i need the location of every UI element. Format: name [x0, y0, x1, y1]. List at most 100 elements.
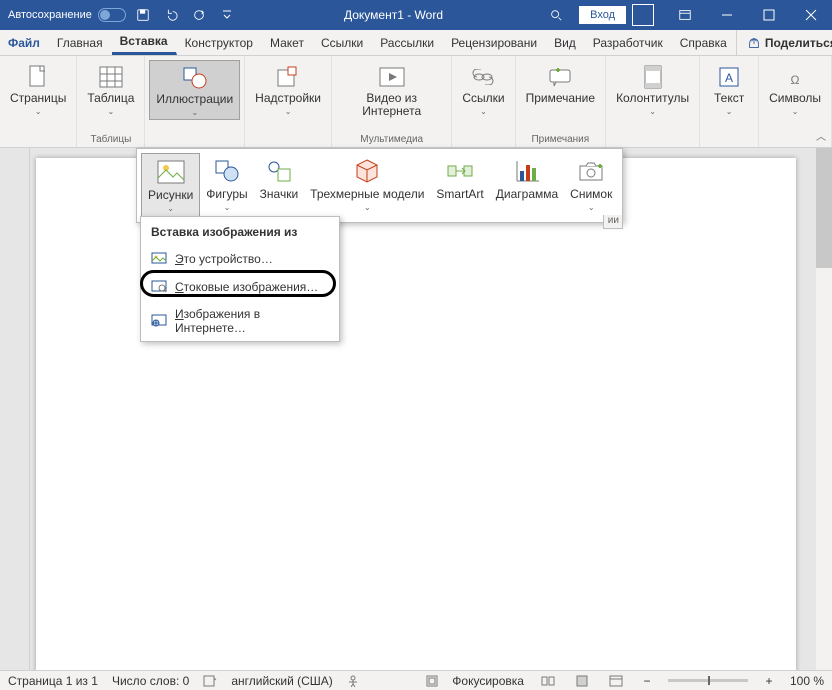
symbol-icon: Ω — [782, 64, 808, 90]
tab-help[interactable]: Справка — [672, 30, 736, 55]
from-this-device-item[interactable]: Это устройство… — [141, 245, 339, 273]
online-pictures-item[interactable]: Изображения в Интернете… — [141, 301, 339, 341]
accessibility-icon[interactable] — [347, 675, 359, 687]
document-title: Документ1 - Word — [344, 8, 443, 22]
vertical-ruler — [18, 148, 30, 670]
illustrations-gallery: Рисунки ⌄ Фигуры ⌄ Значки Трехмерные мод… — [136, 148, 623, 223]
ribbon: Страницы ⌄ Таблица ⌄ Таблицы Иллюстрации… — [0, 56, 832, 148]
addins-icon — [275, 64, 301, 90]
zoom-level[interactable]: 100 % — [790, 674, 824, 688]
table-icon — [98, 64, 124, 90]
chart-button[interactable]: Диаграмма — [490, 153, 564, 218]
save-icon[interactable] — [132, 4, 154, 26]
scrollbar-thumb[interactable] — [816, 148, 832, 268]
stock-images-item[interactable]: Стоковые изображения… — [141, 273, 339, 301]
comment-button[interactable]: Примечание — [520, 60, 601, 107]
search-icon[interactable] — [549, 8, 579, 22]
link-icon — [470, 64, 496, 90]
textbox-icon: A — [716, 64, 742, 90]
share-button[interactable]: Поделиться — [736, 30, 832, 55]
shapes-icon — [182, 65, 208, 91]
chevron-down-icon: ⌄ — [108, 107, 115, 116]
icons-icon — [265, 157, 293, 185]
sign-in-button[interactable]: Вход — [579, 6, 626, 24]
table-button[interactable]: Таблица ⌄ — [81, 60, 140, 118]
chevron-down-icon: ⌄ — [649, 107, 656, 116]
links-button[interactable]: Ссылки ⌄ — [456, 60, 510, 118]
video-icon — [379, 64, 405, 90]
submenu-header: Вставка изображения из — [141, 217, 339, 245]
language-status[interactable]: английский (США) — [231, 674, 332, 688]
focus-mode-icon[interactable] — [426, 675, 438, 687]
tab-developer[interactable]: Разработчик — [585, 30, 672, 55]
tab-references[interactable]: Ссылки — [313, 30, 372, 55]
web-layout-icon[interactable] — [606, 673, 626, 689]
group-comments-caption: Примечания — [531, 132, 589, 145]
chevron-down-icon: ⌄ — [285, 107, 292, 116]
chevron-down-icon: ⌄ — [191, 108, 198, 117]
zoom-slider[interactable] — [668, 679, 748, 682]
account-icon[interactable] — [632, 4, 654, 26]
tab-file[interactable]: Файл — [0, 30, 49, 55]
status-bar: Страница 1 из 1 Число слов: 0 английский… — [0, 670, 832, 690]
print-layout-icon[interactable] — [572, 673, 592, 689]
cube-icon — [353, 157, 381, 185]
tab-home[interactable]: Главная — [49, 30, 112, 55]
close-button[interactable] — [790, 0, 832, 30]
globe-icon — [151, 313, 167, 329]
spellcheck-icon[interactable] — [203, 675, 217, 687]
stock-images-icon — [151, 279, 167, 295]
maximize-button[interactable] — [748, 0, 790, 30]
chevron-down-icon: ⌄ — [792, 107, 799, 116]
online-video-button[interactable]: Видео из Интернета — [336, 60, 447, 120]
smartart-button[interactable]: SmartArt — [430, 153, 489, 218]
screenshot-button[interactable]: Снимок ⌄ — [564, 153, 618, 218]
group-media-caption: Мультимедиа — [360, 132, 423, 145]
title-bar: Автосохранение Документ1 - Word Вход — [0, 0, 832, 30]
header-footer-button[interactable]: Колонтитулы ⌄ — [610, 60, 695, 118]
read-mode-icon[interactable] — [538, 673, 558, 689]
shapes-button[interactable]: Фигуры ⌄ — [200, 153, 253, 218]
tab-mailings[interactable]: Рассылки — [372, 30, 443, 55]
tab-layout[interactable]: Макет — [262, 30, 313, 55]
chevron-down-icon: ⌄ — [364, 203, 371, 212]
chevron-down-icon: ⌄ — [224, 203, 231, 212]
3d-models-button[interactable]: Трехмерные модели ⌄ — [304, 153, 430, 218]
zoom-out-button[interactable]: − — [640, 674, 654, 688]
icons-button[interactable]: Значки — [254, 153, 305, 218]
autosave-toggle[interactable] — [98, 8, 126, 22]
vertical-scrollbar[interactable] — [816, 148, 832, 670]
ribbon-display-options-icon[interactable] — [664, 0, 706, 30]
svg-text:A: A — [725, 71, 733, 85]
insert-picture-from-menu: Вставка изображения из Это устройство… С… — [140, 216, 340, 342]
addins-button[interactable]: Надстройки ⌄ — [249, 60, 327, 118]
chevron-down-icon: ⌄ — [167, 204, 174, 213]
qat-customize-icon[interactable] — [216, 4, 238, 26]
header-footer-icon — [640, 64, 666, 90]
undo-icon[interactable] — [160, 4, 182, 26]
tab-view[interactable]: Вид — [546, 30, 585, 55]
text-button[interactable]: A Текст ⌄ — [704, 60, 754, 118]
illustrations-button[interactable]: Иллюстрации ⌄ — [149, 60, 240, 120]
camera-icon — [577, 157, 605, 185]
document-area — [0, 148, 832, 670]
focus-mode-label[interactable]: Фокусировка — [452, 674, 524, 688]
group-tables-caption: Таблицы — [90, 132, 131, 145]
zoom-in-button[interactable]: + — [762, 674, 776, 688]
minimize-button[interactable] — [706, 0, 748, 30]
tab-insert[interactable]: Вставка — [112, 30, 177, 55]
pictures-button[interactable]: Рисунки ⌄ — [141, 153, 200, 218]
page-icon — [25, 64, 51, 90]
smartart-icon — [446, 157, 474, 185]
symbols-button[interactable]: Ω Символы ⌄ — [763, 60, 827, 118]
redo-icon[interactable] — [188, 4, 210, 26]
chevron-down-icon: ⌄ — [588, 203, 595, 212]
tab-design[interactable]: Конструктор — [177, 30, 262, 55]
pages-button[interactable]: Страницы ⌄ — [4, 60, 72, 118]
page-status[interactable]: Страница 1 из 1 — [8, 674, 98, 688]
tab-review[interactable]: Рецензировани — [443, 30, 546, 55]
autosave-label: Автосохранение — [8, 9, 92, 21]
chevron-down-icon: ⌄ — [726, 107, 733, 116]
collapse-ribbon-icon[interactable]: ︿ — [816, 128, 826, 143]
word-count[interactable]: Число слов: 0 — [112, 674, 189, 688]
